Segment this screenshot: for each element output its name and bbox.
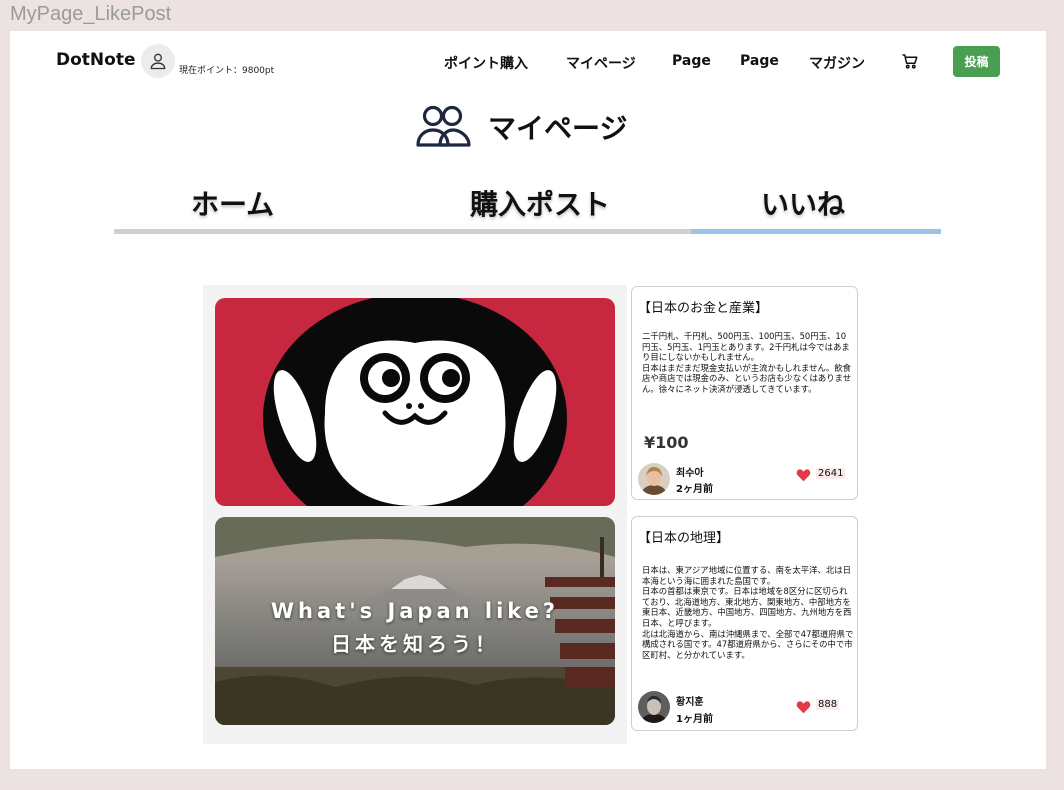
nav-magazine[interactable]: マガジン [809,53,865,73]
banner-line-1: What's Japan like? [270,599,560,623]
post-excerpt: 二千円札、千円札、500円玉、100円玉、50円玉、10円玉、5円玉、1円玉とあ… [642,331,852,394]
post-time: 1ヶ月前 [676,714,713,725]
nav-mypage[interactable]: マイページ [566,53,636,73]
nav-page-2[interactable]: Page [740,53,779,69]
post-time: 2ヶ月前 [676,484,713,495]
nav-buy-points[interactable]: ポイント購入 [444,53,528,73]
tab-likes[interactable]: いいね [761,183,845,223]
frame-label: MyPage_LikePost [10,3,172,25]
page-title: マイページ [488,112,628,145]
cart-button[interactable] [901,52,919,74]
author-avatar[interactable] [638,463,670,495]
page-canvas: DotNote 現在ポイント：9800pt ポイント購入 マイページ Page … [10,31,1046,769]
author-avatar[interactable] [638,691,670,723]
post-price: ¥100 [644,433,689,452]
tab-underline-active [691,229,941,234]
tab-purchased-posts[interactable]: 購入ポスト [470,183,610,223]
profile-button[interactable] [141,44,175,78]
post-excerpt: 日本は、東アジア地域に位置する、南を太平洋、北は日本海という海に囲まれた島国です… [642,565,854,660]
post-thumbnail-japan[interactable]: What's Japan like? 日本を知ろう！ [215,517,615,725]
user-icon [150,53,166,70]
heart-icon[interactable] [796,699,811,718]
users-icon [416,103,472,153]
post-title: 【日本のお金と産業】 [638,301,769,316]
author-name[interactable]: 황지훈 [676,693,704,708]
post-card[interactable]: 【日本のお金と産業】 二千円札、千円札、500円玉、100円玉、50円玉、10円… [631,286,858,500]
post-card[interactable]: 【日本の地理】 日本は、東アジア地域に位置する、南を太平洋、北は日本海という海に… [631,516,858,731]
post-button[interactable]: 投稿 [953,46,1000,77]
cart-icon [902,54,918,69]
logo[interactable]: DotNote [56,50,135,70]
like-count: 888 [816,699,840,710]
banner-line-2: 日本を知ろう！ [331,632,499,656]
nav-page-1[interactable]: Page [672,53,711,69]
like-count: 2641 [816,468,846,479]
points-balance: 現在ポイント：9800pt [179,66,275,76]
tab-underline [114,229,691,234]
author-name[interactable]: 최수아 [676,464,704,479]
tab-home[interactable]: ホーム [191,183,274,223]
heart-icon[interactable] [796,467,811,486]
post-thumbnail-monkey[interactable] [215,298,615,506]
post-title: 【日本の地理】 [638,531,730,546]
